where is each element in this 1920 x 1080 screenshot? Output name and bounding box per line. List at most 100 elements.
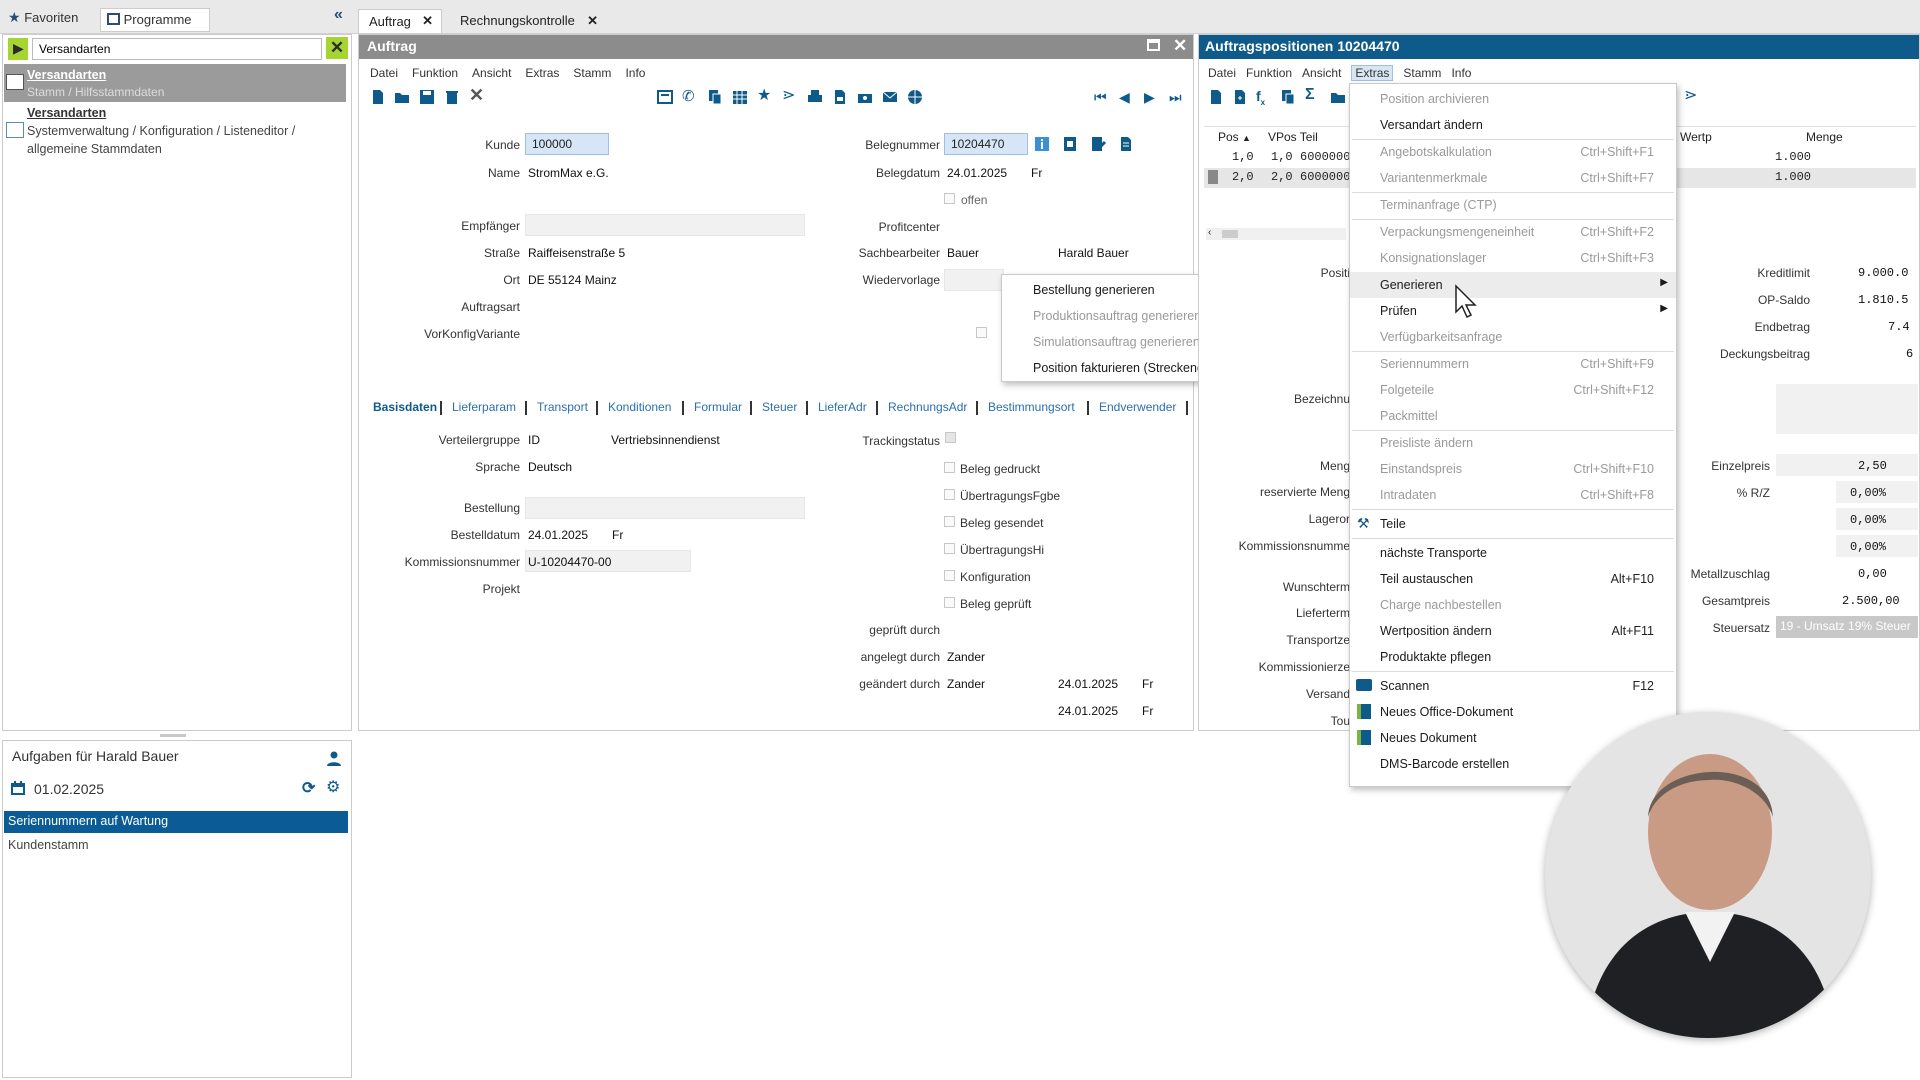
menu-info[interactable]: Info (625, 66, 645, 80)
first-record-icon[interactable]: ⏮ (1094, 89, 1110, 105)
favorite-star-icon[interactable]: ★ (757, 88, 773, 104)
gear-icon[interactable]: ⚙ (326, 777, 340, 797)
print-preview-icon[interactable] (657, 89, 673, 105)
menu-item-konsignationslager[interactable]: Konsignationslager Ctrl+Shift+F3 (1350, 245, 1676, 271)
menu-stamm[interactable]: Stamm (1403, 66, 1441, 80)
save-icon[interactable] (419, 89, 435, 105)
bezeichnung-field[interactable] (1776, 384, 1918, 434)
menu-item-teile[interactable]: ⚒ Teile (1350, 511, 1676, 537)
splitter-handle[interactable] (160, 734, 186, 737)
option-checkbox[interactable] (976, 327, 987, 338)
calendar-icon[interactable] (10, 780, 26, 796)
grid-header-vpos[interactable]: VPos Teil (1268, 130, 1318, 144)
edit-document-icon[interactable] (1090, 136, 1106, 152)
tab-endverwender[interactable]: Endverwender (1099, 400, 1176, 414)
tab-konditionen[interactable]: Konditionen (608, 400, 671, 414)
mail-icon[interactable] (882, 89, 898, 105)
uebertragung-fgbe-checkbox[interactable] (944, 489, 955, 500)
ort-value[interactable]: DE 55124 Mainz (528, 273, 617, 287)
phone-icon[interactable]: ✆ (682, 89, 698, 105)
horizontal-scrollbar[interactable]: ‹ (1206, 227, 1346, 240)
konfiguration-checkbox[interactable] (944, 570, 955, 581)
menu-item-generieren[interactable]: Generieren ▶ (1350, 272, 1676, 298)
grid-header-pos[interactable]: Pos ▲ (1218, 130, 1251, 144)
calendar-grid-icon[interactable] (732, 89, 748, 105)
close-icon[interactable]: ✕ (587, 13, 598, 29)
menu-funktion[interactable]: Funktion (1246, 66, 1292, 80)
forward-icon[interactable]: ⋗ (1684, 88, 1700, 104)
tracking-checkbox[interactable] (945, 432, 956, 443)
kunde-field[interactable]: 100000 (525, 133, 609, 155)
menu-item-intradaten[interactable]: Intradaten Ctrl+Shift+F8 (1350, 482, 1676, 508)
scroll-thumb[interactable] (1222, 230, 1238, 238)
menu-extras[interactable]: Extras (1351, 65, 1394, 81)
wiedervorlage-field[interactable] (944, 269, 1004, 291)
menu-item-angebotskalkulation[interactable]: Angebotskalkulation Ctrl+Shift+F1 (1350, 139, 1676, 165)
tab-programs[interactable]: Programme (100, 8, 210, 32)
forward-icon[interactable]: ⋗ (782, 88, 798, 104)
menu-item-preisliste-aendern[interactable]: Preisliste ändern (1350, 430, 1676, 456)
info-icon[interactable] (1034, 136, 1050, 152)
strasse-value[interactable]: Raiffeisenstraße 5 (528, 246, 625, 260)
menu-item-scannen[interactable]: Scannen F12 (1350, 673, 1676, 699)
fax-icon[interactable] (857, 89, 873, 105)
document-link-icon[interactable] (1062, 136, 1078, 152)
tab-steuer[interactable]: Steuer (762, 400, 797, 414)
einzelpreis-field[interactable] (1776, 454, 1918, 476)
tab-favorites[interactable]: ★ Favoriten (8, 9, 94, 31)
beleg-gesendet-checkbox[interactable] (944, 516, 955, 527)
print-icon[interactable] (807, 89, 823, 105)
search-input[interactable] (32, 38, 322, 60)
menu-datei[interactable]: Datei (1208, 66, 1236, 80)
verteilergruppe-value[interactable]: Vertriebsinnendienst (611, 433, 720, 447)
menu-item-verfuegbarkeitsanfrage[interactable]: Verfügbarkeitsanfrage (1350, 324, 1676, 350)
new-document-icon[interactable] (1208, 89, 1224, 105)
uebertragung-hi-checkbox[interactable] (944, 543, 955, 554)
scroll-left-icon[interactable]: ‹ (1208, 227, 1211, 238)
tab-basisdaten[interactable]: Basisdaten (373, 400, 437, 414)
menu-funktion[interactable]: Funktion (412, 66, 458, 80)
insert-position-icon[interactable] (1232, 89, 1248, 105)
tree-item2-title[interactable]: Versandarten (27, 106, 106, 120)
menu-item-terminanfrage[interactable]: Terminanfrage (CTP) (1350, 192, 1676, 218)
tree-item1-title[interactable]: Versandarten (27, 68, 106, 82)
refresh-icon[interactable]: ⟳ (302, 778, 315, 798)
doc-tab-auftrag[interactable]: Auftrag ✕ (358, 9, 442, 33)
beleg-geprueft-checkbox[interactable] (944, 597, 955, 608)
tab-lieferadr[interactable]: LieferAdr (818, 400, 867, 414)
open-folder-icon[interactable] (1330, 89, 1346, 105)
menu-info[interactable]: Info (1451, 66, 1471, 80)
belegnummer-field[interactable]: 10204470 (944, 133, 1028, 155)
belegdatum-value[interactable]: 24.01.2025 (947, 166, 1007, 180)
kommission-value[interactable]: U-10204470-00 (528, 555, 611, 569)
menu-item-produktakte-pflegen[interactable]: Produktakte pflegen (1350, 644, 1676, 670)
menu-datei[interactable]: Datei (370, 66, 398, 80)
user-icon[interactable] (326, 750, 341, 766)
cancel-icon[interactable]: ✕ (469, 86, 485, 104)
copy-icon[interactable] (1280, 89, 1296, 105)
offen-checkbox[interactable] (944, 193, 955, 204)
menu-item-verpackungsmengeneinheit[interactable]: Verpackungsmengeneinheit Ctrl+Shift+F2 (1350, 219, 1676, 245)
menu-item-position-archivieren[interactable]: Position archivieren (1350, 86, 1676, 112)
tab-rechnungsadr[interactable]: RechnungsAdr (888, 400, 967, 414)
menu-item-naechste-transporte[interactable]: nächste Transporte (1350, 540, 1676, 566)
sprache-value[interactable]: Deutsch (528, 460, 572, 474)
next-record-icon[interactable]: ▶ (1144, 89, 1160, 105)
menu-item-teil-austauschen[interactable]: Teil austauschen Alt+F10 (1350, 566, 1676, 592)
menu-item-neues-office-dokument[interactable]: Neues Office-Dokument (1350, 699, 1676, 725)
open-folder-icon[interactable] (394, 89, 410, 105)
close-icon[interactable]: ✕ (422, 13, 433, 29)
bestellung-field[interactable] (525, 497, 805, 519)
task-item-selected[interactable]: Seriennummern auf Wartung (4, 811, 348, 833)
tab-transport[interactable]: Transport (537, 400, 588, 414)
grid-header-menge[interactable]: Menge (1806, 130, 1843, 144)
run-icon[interactable]: ▶ (8, 38, 28, 60)
steuersatz-field[interactable]: 19 - Umsatz 19% Steuer (1776, 616, 1918, 638)
menu-item-versandart-aendern[interactable]: Versandart ändern (1350, 112, 1676, 138)
tab-formular[interactable]: Formular (694, 400, 742, 414)
clear-search-icon[interactable]: ✕ (326, 37, 348, 59)
menu-item-pruefen[interactable]: Prüfen ▶ (1350, 298, 1676, 324)
beleg-gedruckt-checkbox[interactable] (944, 462, 955, 473)
tab-bestimmungsort[interactable]: Bestimmungsort (988, 400, 1075, 414)
menu-stamm[interactable]: Stamm (573, 66, 611, 80)
